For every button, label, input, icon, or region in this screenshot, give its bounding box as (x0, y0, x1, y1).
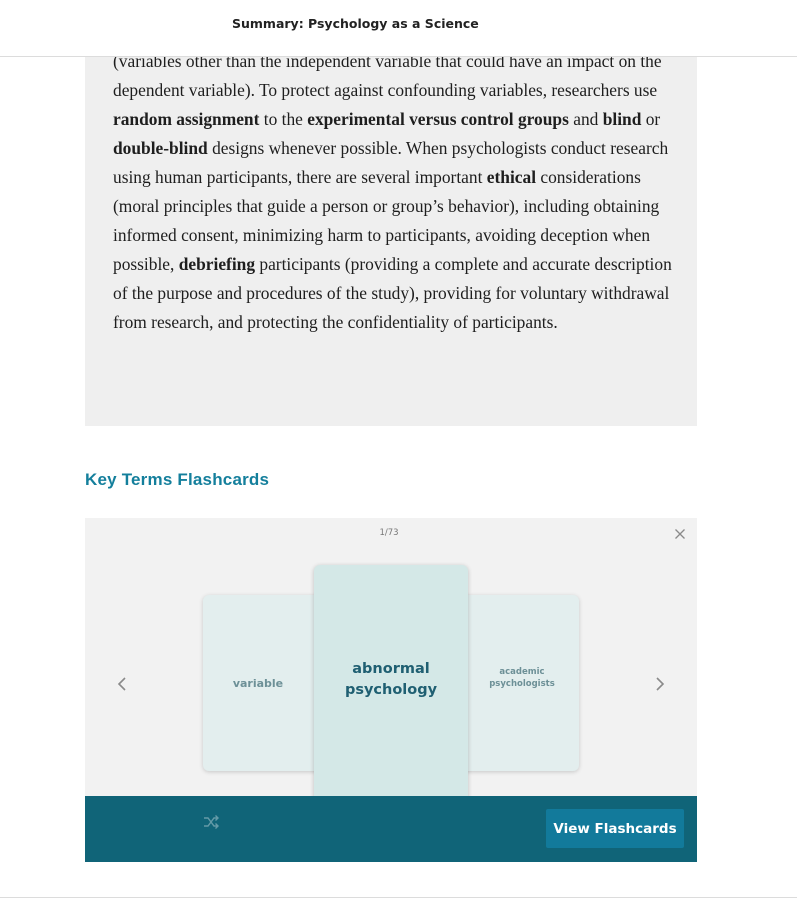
chevron-right-icon[interactable] (649, 673, 671, 695)
key-term: double-blind (113, 138, 208, 158)
page: (variables other than the independent va… (0, 0, 797, 899)
flashcard-widget: 1/73 variable academic psychologists abn… (85, 518, 697, 862)
summary-text-run: or (641, 109, 661, 129)
key-term: debriefing (178, 254, 256, 274)
key-term: experimental versus control groups (307, 109, 569, 129)
bottom-divider (0, 897, 797, 898)
card-counter: 1/73 (379, 528, 399, 538)
flashcards-heading: Key Terms Flashcards (85, 470, 270, 489)
flashcard-toolbar: View Flashcards (85, 796, 697, 862)
summary-text-run: (variables other than the independent va… (113, 51, 662, 100)
page-title: Summary: Psychology as a Science (232, 16, 479, 31)
chevron-left-icon[interactable] (111, 673, 133, 695)
summary-paragraph: (variables other than the independent va… (113, 47, 678, 337)
flashcard-prev[interactable]: variable (203, 595, 325, 771)
shuffle-icon[interactable] (202, 813, 220, 831)
view-flashcards-button[interactable]: View Flashcards (546, 809, 684, 848)
flashcard-current[interactable]: abnormal psychology (314, 565, 468, 811)
close-icon[interactable] (672, 526, 688, 542)
summary-text-run: and (568, 109, 603, 129)
page-header: Summary: Psychology as a Science (0, 0, 797, 57)
summary-text-run: to the (259, 109, 308, 129)
key-term: blind (602, 109, 642, 129)
flashcard-next[interactable]: academic psychologists (457, 595, 579, 771)
key-term: ethical (486, 167, 537, 187)
key-term: random assignment (113, 109, 260, 129)
